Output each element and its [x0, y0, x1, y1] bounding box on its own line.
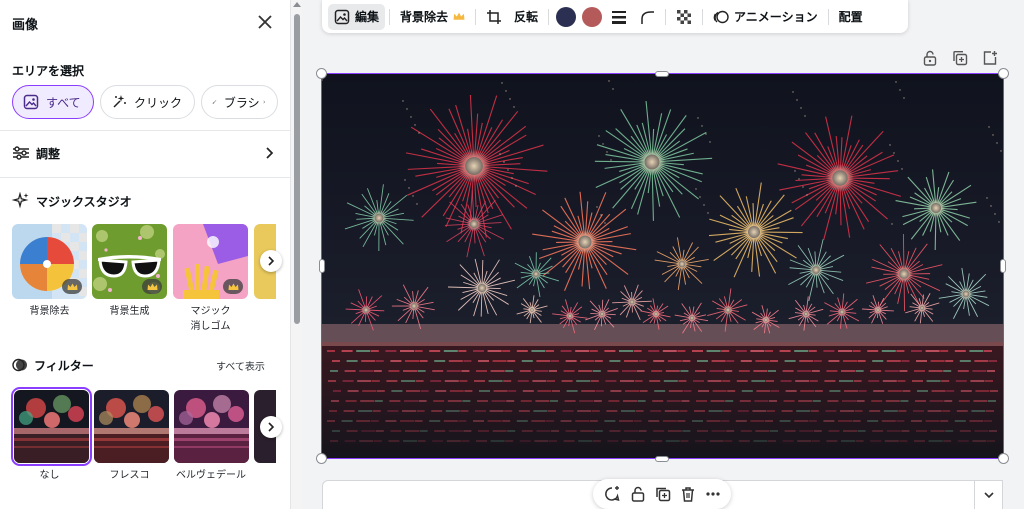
corner-radius-icon: [641, 10, 655, 24]
filter-label: ベルヴェデール: [176, 470, 246, 481]
lock-icon[interactable]: [922, 50, 938, 66]
page-actions: [922, 50, 998, 66]
select-brush-label: ブラシ: [223, 95, 260, 110]
element-quick-actions: [593, 479, 731, 509]
close-icon[interactable]: [256, 13, 274, 31]
crown-icon: [453, 12, 465, 20]
filter-preview-normal: [14, 390, 89, 463]
edit-button[interactable]: 編集: [328, 3, 386, 30]
resize-handle[interactable]: [1000, 259, 1006, 273]
image-edit-panel: 画像 エリアを選択 すべて クリック ブラシ 調整 マジックスタジオ 背景除去 …: [0, 0, 290, 509]
bg-remove-tool[interactable]: [12, 224, 87, 299]
crown-icon: [228, 283, 238, 290]
comment-add-icon[interactable]: [603, 485, 621, 503]
brush-icon: [212, 100, 217, 104]
see-all-link[interactable]: すべて表示: [216, 358, 265, 373]
filter-preview-fresco: [94, 390, 169, 463]
crop-button[interactable]: [480, 4, 508, 30]
crown-icon: [147, 283, 157, 290]
color-swatch[interactable]: [582, 6, 603, 27]
magic-studio-title: マジックスタジオ: [36, 194, 132, 209]
animate-label: アニメーション: [734, 10, 818, 24]
filters-title: フィルター: [34, 358, 94, 373]
more-icon[interactable]: [705, 486, 721, 502]
image-edit-icon: [334, 9, 350, 24]
magic-click-icon: [113, 95, 126, 108]
filter-label: なし: [39, 470, 60, 481]
select-all-label: すべて: [46, 95, 81, 110]
resize-handle[interactable]: [319, 259, 325, 273]
filter-none[interactable]: [11, 387, 92, 466]
fireworks-photo: [322, 74, 1003, 458]
border-style-button[interactable]: [605, 4, 633, 30]
flip-label: 反転: [514, 10, 539, 24]
resize-handle[interactable]: [316, 453, 327, 464]
filter-label: フレスコ: [109, 470, 150, 481]
corner-rounding-button[interactable]: [633, 4, 661, 30]
select-all-button[interactable]: すべて: [12, 85, 94, 119]
tool-label: マジック 消しゴム: [190, 306, 231, 332]
scroll-up-icon[interactable]: [293, 2, 301, 7]
color-swatch[interactable]: [556, 6, 577, 27]
premium-badge: [62, 279, 82, 294]
filter-fresco[interactable]: [94, 390, 169, 463]
animation-icon: [713, 10, 729, 23]
trash-icon[interactable]: [680, 486, 696, 502]
sparkle-icon: [12, 192, 29, 209]
edit-label: 編集: [355, 10, 380, 24]
select-area-heading: エリアを選択: [12, 64, 85, 78]
adjust-label: 調整: [36, 146, 61, 161]
bg-remove-button[interactable]: 背景除去: [394, 4, 471, 30]
select-click-label: クリック: [133, 95, 182, 110]
position-button[interactable]: 配置: [833, 4, 869, 30]
resize-handle[interactable]: [655, 71, 669, 77]
duplicate-page-icon[interactable]: [952, 50, 968, 66]
resize-handle[interactable]: [998, 68, 1009, 79]
resize-handle[interactable]: [998, 453, 1009, 464]
scroll-right-button[interactable]: [260, 250, 282, 272]
image-icon: [23, 94, 39, 110]
context-toolbar: 編集 背景除去 反転 アニメーション 配置: [322, 0, 908, 33]
chevron-right-icon: [266, 147, 274, 159]
fireworks-image[interactable]: [322, 74, 1003, 458]
tool-label: 背景生成: [109, 306, 150, 317]
filter-icon: [12, 358, 27, 372]
panel-scrollbar[interactable]: [290, 0, 302, 509]
sliders-icon: [13, 146, 29, 160]
scrollbar-thumb[interactable]: [294, 14, 300, 324]
position-label: 配置: [838, 10, 863, 24]
panel-title: 画像: [12, 17, 39, 32]
chevron-right-icon: [268, 422, 275, 432]
duplicate-icon[interactable]: [655, 486, 671, 502]
bg-remove-label: 背景除去: [400, 10, 449, 24]
premium-badge: [223, 279, 243, 294]
chevron-down-icon: [983, 492, 994, 499]
transparency-icon: [677, 9, 692, 24]
bg-generate-tool[interactable]: [92, 224, 167, 299]
expand-notes-button[interactable]: [975, 480, 1003, 509]
crown-icon: [67, 283, 77, 290]
resize-handle[interactable]: [655, 456, 669, 462]
magic-eraser-tool[interactable]: [173, 224, 248, 299]
chevron-right-icon: [263, 100, 265, 104]
line-weight-icon: [612, 10, 627, 24]
lock-icon[interactable]: [630, 486, 646, 502]
tool-label: 背景除去: [29, 306, 70, 317]
scroll-right-button[interactable]: [260, 416, 282, 438]
animate-button[interactable]: アニメーション: [707, 4, 824, 30]
premium-badge: [142, 279, 162, 294]
filter-preview-belvedere: [174, 390, 249, 463]
flip-button[interactable]: 反転: [508, 4, 544, 30]
select-click-button[interactable]: クリック: [100, 85, 195, 119]
resize-handle[interactable]: [316, 68, 327, 79]
crop-icon: [487, 9, 502, 24]
transparency-button[interactable]: [670, 4, 698, 30]
chevron-right-icon: [268, 256, 275, 266]
adjust-row[interactable]: 調整: [12, 139, 274, 167]
filter-belvedere[interactable]: [174, 390, 249, 463]
select-brush-button[interactable]: ブラシ: [201, 85, 278, 119]
magic-studio-heading: マジックスタジオ: [12, 187, 274, 215]
add-page-icon[interactable]: [982, 50, 998, 66]
